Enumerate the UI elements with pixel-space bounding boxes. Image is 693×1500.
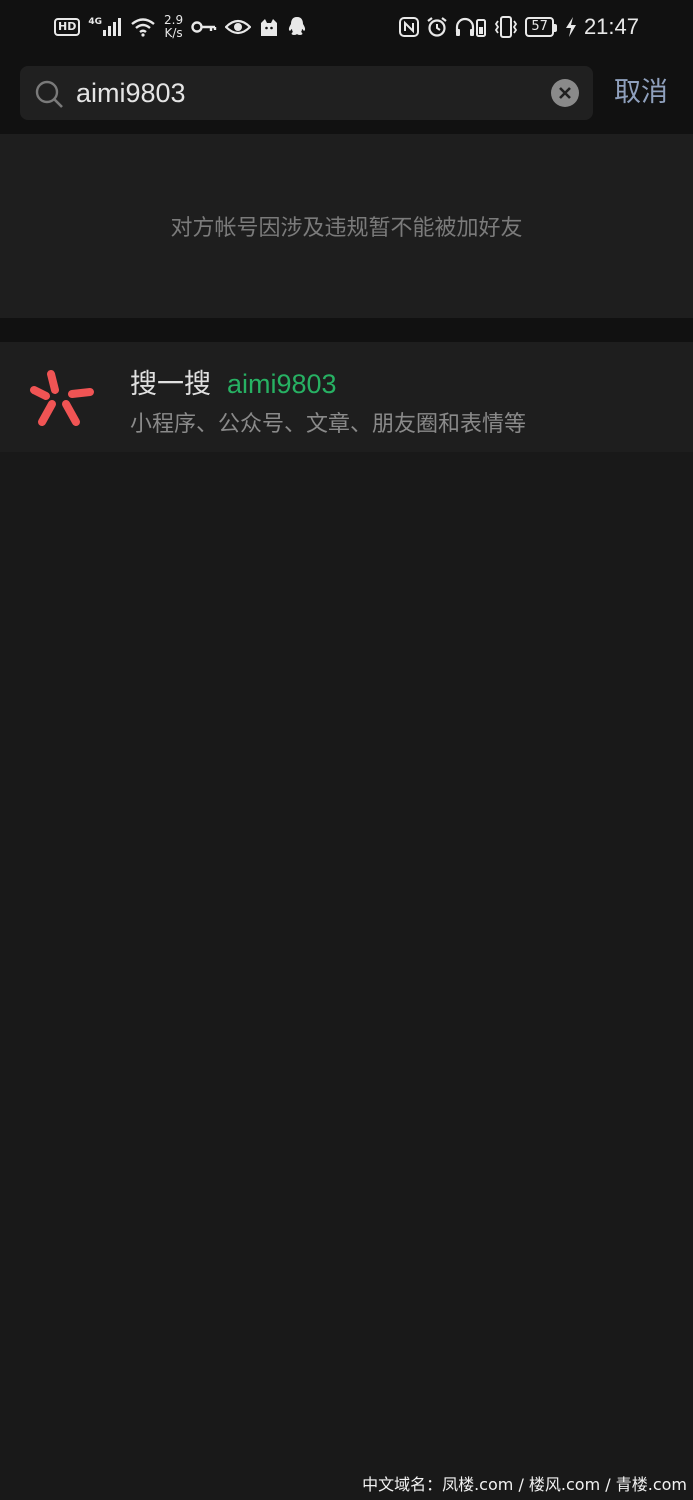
status-bar-left: HD 4G 2.9 K/s bbox=[54, 10, 307, 44]
network-type: 4G bbox=[88, 17, 102, 27]
souyisou-keyword: aimi9803 bbox=[227, 369, 337, 399]
wifi-icon bbox=[130, 17, 156, 37]
search-icon bbox=[34, 79, 64, 113]
search-query[interactable]: aimi9803 bbox=[76, 76, 186, 110]
status-bar-right: 57 21:47 bbox=[399, 10, 639, 44]
clear-search-icon[interactable] bbox=[551, 79, 579, 111]
search-bar: aimi9803 取消 bbox=[0, 54, 693, 134]
eye-icon bbox=[225, 18, 252, 36]
speed-unit: K/s bbox=[164, 26, 183, 40]
notice-message: 对方帐号因涉及违规暂不能被加好友 bbox=[170, 216, 523, 241]
signal-icon: 4G bbox=[88, 17, 122, 37]
search-result-notice: 对方帐号因涉及违规暂不能被加好友 bbox=[0, 134, 693, 318]
clock-time: 21:47 bbox=[583, 14, 639, 39]
watermark-text: 中文域名：凤楼.com / 楼风.com / 青楼.com bbox=[362, 1475, 687, 1494]
souyisou-label: 搜一搜 bbox=[130, 369, 211, 400]
qq-icon bbox=[287, 16, 307, 38]
nfc-icon bbox=[399, 17, 420, 37]
alarm-icon bbox=[426, 16, 448, 38]
charging-icon bbox=[565, 17, 577, 37]
souyisou-subtitle: 小程序、公众号、文章、朋友圈和表情等 bbox=[130, 412, 527, 437]
search-input[interactable]: aimi9803 bbox=[20, 66, 593, 120]
hd-badge: HD bbox=[54, 18, 81, 36]
key-icon bbox=[191, 20, 217, 34]
battery-level: 57 bbox=[525, 17, 557, 37]
souyisou-title[interactable]: 搜一搜 aimi9803 bbox=[130, 366, 337, 403]
headphone-battery-icon bbox=[455, 16, 487, 38]
network-speed: 2.9 K/s bbox=[164, 14, 183, 40]
souyisou-logo-icon bbox=[24, 360, 96, 440]
section-divider bbox=[0, 318, 693, 342]
status-bar: HD 4G 2.9 K/s 57 21:47 bbox=[0, 0, 693, 54]
cat-app-icon bbox=[259, 17, 279, 37]
vibrate-icon bbox=[494, 16, 518, 38]
cancel-button[interactable]: 取消 bbox=[614, 76, 668, 110]
